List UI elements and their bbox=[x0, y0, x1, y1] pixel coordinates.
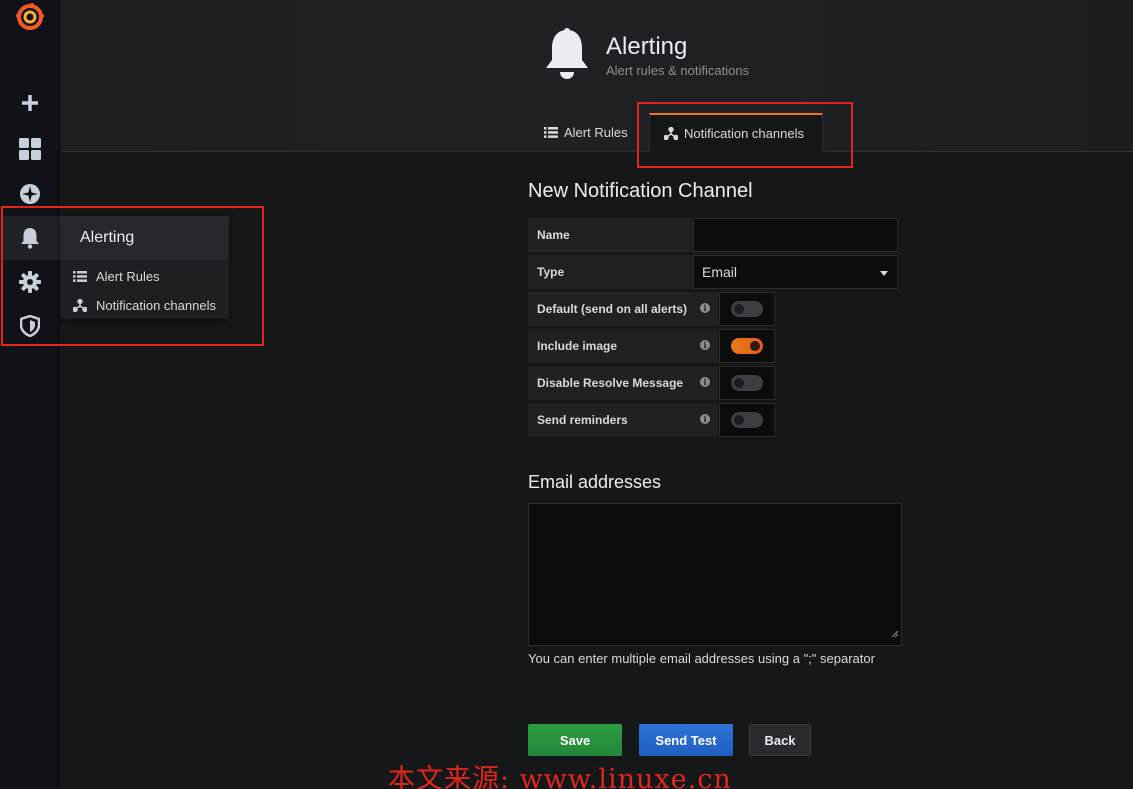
flyout-item-notification-channels[interactable]: Notification channels bbox=[60, 291, 229, 320]
toggle-disable-resolve[interactable] bbox=[719, 366, 775, 400]
type-select-value: Email bbox=[702, 264, 738, 280]
name-label: Name bbox=[528, 218, 692, 252]
caret-down-icon bbox=[880, 271, 888, 276]
email-addresses-textarea[interactable] bbox=[528, 503, 902, 646]
alerting-flyout-menu: Alerting Alert Rules Notification channe… bbox=[60, 216, 229, 319]
switch[interactable] bbox=[731, 338, 763, 354]
back-button[interactable]: Back bbox=[749, 724, 811, 756]
switch[interactable] bbox=[731, 375, 763, 391]
sidebar bbox=[0, 0, 60, 789]
page-subtitle: Alert rules & notifications bbox=[606, 63, 750, 78]
email-section-title: Email addresses bbox=[528, 472, 662, 492]
info-icon[interactable]: i bbox=[700, 303, 710, 313]
flyout-item-label: Notification channels bbox=[96, 298, 216, 313]
toggle-label-text: Default (send on all alerts) bbox=[537, 302, 688, 316]
resize-grip-icon[interactable] bbox=[891, 625, 899, 643]
watermark-text: 本文来源: www.linuxe.cn bbox=[388, 764, 732, 789]
info-icon[interactable]: i bbox=[700, 340, 710, 350]
grafana-logo-icon[interactable] bbox=[15, 2, 45, 32]
type-select[interactable]: Email bbox=[693, 255, 898, 289]
tab-label: Alert Rules bbox=[564, 125, 628, 140]
switch[interactable] bbox=[731, 412, 763, 428]
page-title: Alerting bbox=[606, 33, 688, 60]
toggle-label-send-reminders: Send reminders i bbox=[528, 403, 718, 437]
type-label: Type bbox=[528, 255, 692, 289]
shield-icon[interactable] bbox=[15, 311, 45, 341]
send-test-button[interactable]: Send Test bbox=[639, 724, 733, 756]
list-icon bbox=[544, 127, 558, 138]
form-title: New Notification Channel bbox=[528, 180, 753, 202]
save-button[interactable]: Save bbox=[528, 724, 622, 756]
share-nodes-icon bbox=[664, 127, 678, 140]
tab-label: Notification channels bbox=[684, 126, 804, 141]
toggle-default[interactable] bbox=[719, 292, 775, 326]
info-icon[interactable]: i bbox=[700, 377, 710, 387]
toggle-label-include-image: Include image i bbox=[528, 329, 718, 363]
toggle-include-image[interactable] bbox=[719, 329, 775, 363]
toggle-label-default: Default (send on all alerts) i bbox=[528, 292, 718, 326]
bell-icon[interactable] bbox=[15, 223, 45, 253]
flyout-title[interactable]: Alerting bbox=[60, 216, 229, 260]
plus-icon[interactable] bbox=[15, 88, 45, 118]
explore-compass-icon[interactable] bbox=[15, 179, 45, 209]
alerting-bell-icon bbox=[544, 28, 590, 85]
dashboards-icon[interactable] bbox=[15, 134, 45, 164]
flyout-item-alert-rules[interactable]: Alert Rules bbox=[60, 262, 229, 291]
toggle-label-text: Include image bbox=[537, 339, 618, 353]
name-input[interactable] bbox=[693, 218, 898, 252]
gear-icon[interactable] bbox=[15, 267, 45, 297]
toggle-label-text: Send reminders bbox=[537, 413, 628, 427]
switch[interactable] bbox=[731, 301, 763, 317]
email-help-text: You can enter multiple email addresses u… bbox=[528, 651, 875, 666]
toggle-label-disable-resolve: Disable Resolve Message i bbox=[528, 366, 718, 400]
info-icon[interactable]: i bbox=[700, 414, 710, 424]
flyout-item-label: Alert Rules bbox=[96, 269, 160, 284]
list-icon bbox=[72, 271, 88, 282]
tab-notification-channels[interactable]: Notification channels bbox=[649, 113, 823, 152]
toggle-label-text: Disable Resolve Message bbox=[537, 376, 684, 390]
tab-alert-rules[interactable]: Alert Rules bbox=[544, 113, 628, 152]
toggle-send-reminders[interactable] bbox=[719, 403, 775, 437]
share-nodes-icon bbox=[72, 299, 88, 312]
